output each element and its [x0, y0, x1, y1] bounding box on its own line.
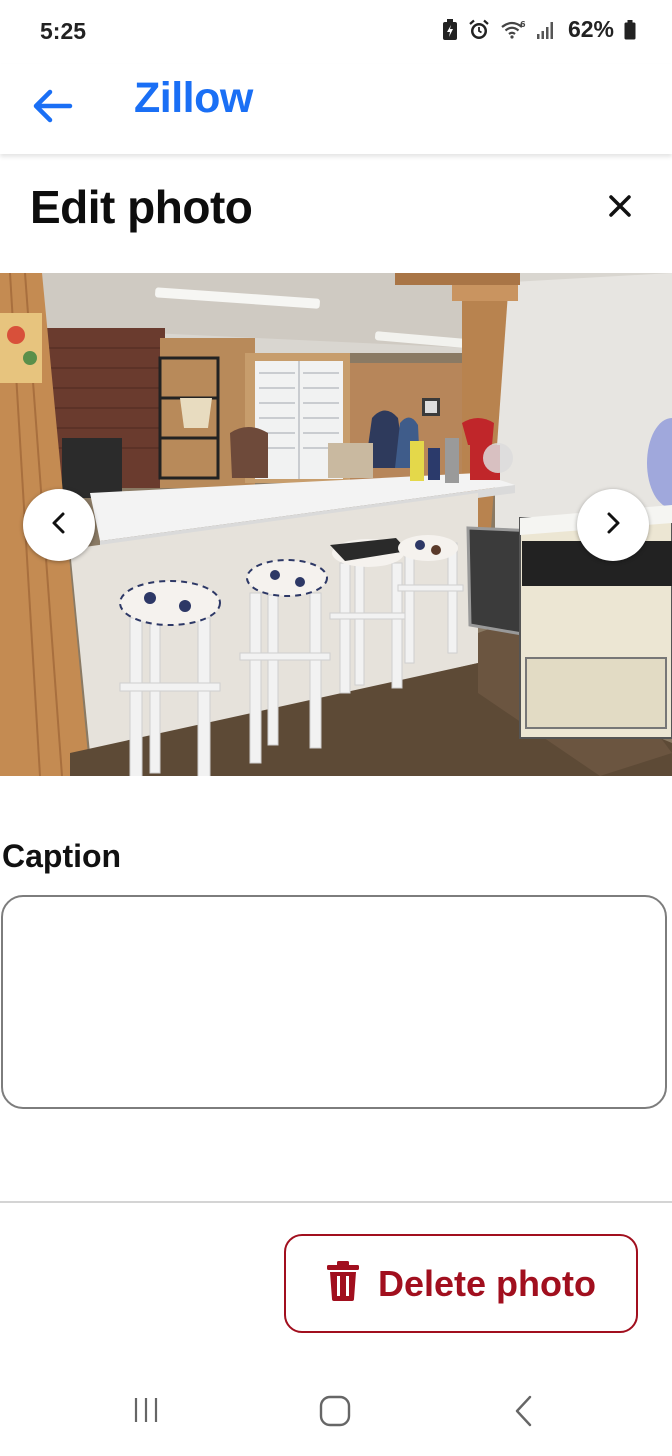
status-icons: 6 62%: [442, 16, 636, 43]
delete-photo-button[interactable]: Delete photo: [284, 1234, 638, 1333]
divider: [0, 1201, 672, 1203]
battery-icon: [624, 19, 636, 40]
arrow-left-icon[interactable]: [28, 82, 76, 130]
previous-photo-button[interactable]: [23, 489, 95, 561]
signal-icon: [536, 20, 556, 40]
recent-apps-icon[interactable]: [131, 1394, 163, 1431]
battery-percent: 62%: [567, 16, 614, 42]
status-time: 5:25: [40, 18, 87, 44]
delete-photo-label: Delete photo: [377, 1262, 596, 1304]
listing-photo: [0, 273, 672, 776]
app-bar: Zillow: [0, 64, 672, 154]
wifi-icon: 6: [500, 20, 526, 40]
home-icon[interactable]: [318, 1394, 352, 1433]
app-title: Zillow: [134, 74, 253, 122]
system-nav-bar: [0, 1370, 672, 1456]
close-icon[interactable]: [600, 186, 640, 226]
system-back-icon[interactable]: [510, 1394, 538, 1433]
trash-icon: [326, 1261, 360, 1306]
page-title: Edit photo: [30, 181, 253, 233]
chevron-right-icon: [599, 509, 627, 542]
battery-saver-icon: [442, 18, 458, 41]
svg-text:6: 6: [520, 20, 526, 29]
chevron-left-icon: [45, 509, 73, 542]
caption-input[interactable]: [1, 895, 667, 1109]
next-photo-button[interactable]: [577, 489, 649, 561]
kitchen-photo-illustration: [0, 273, 672, 776]
caption-label: Caption: [2, 838, 122, 874]
status-bar: 5:25 6 62%: [0, 0, 672, 64]
alarm-icon: [468, 19, 490, 41]
